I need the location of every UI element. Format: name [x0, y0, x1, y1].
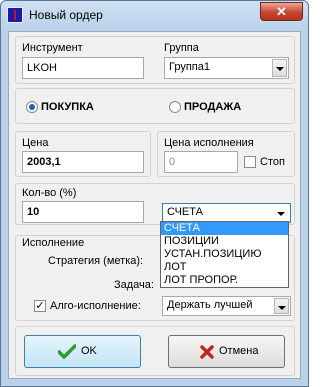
window-title: Новый ордер [29, 8, 103, 22]
qty-group-box: Кол-во (%) 10 СЧЕТА [15, 183, 295, 225]
stop-label[interactable]: Стоп [260, 156, 285, 168]
chevron-down-icon[interactable] [274, 298, 289, 314]
price-input[interactable]: 2003,1 [22, 151, 144, 173]
cancel-button[interactable]: Отмена [168, 335, 285, 368]
algo-checkbox[interactable]: ✓ [34, 300, 46, 312]
algo-select[interactable]: Держать лучшей [162, 296, 291, 316]
app-icon [7, 7, 23, 23]
qty-label: Кол-во (%) [22, 187, 77, 199]
task-label: Задача: [114, 279, 154, 291]
chevron-down-icon[interactable] [272, 59, 287, 77]
group-select[interactable]: Группа1 [164, 57, 289, 79]
group-label: Группа [164, 42, 199, 54]
price-label: Цена [22, 137, 49, 149]
qty-type-option[interactable]: ПОЗИЦИИ [161, 235, 288, 248]
qty-type-option[interactable]: ЛОТ [161, 261, 288, 274]
side-group-box: ПОКУПКА ПРОДАЖА [15, 88, 295, 124]
qty-type-dropdown[interactable]: СЧЕТА ПОЗИЦИИ УСТАН.ПОЗИЦИЮ ЛОТ ЛОТ ПРОП… [160, 221, 289, 288]
algo-label[interactable]: Алго-исполнение: [50, 300, 141, 312]
execution-label: Исполнение [22, 237, 85, 249]
cross-icon [200, 345, 214, 359]
ok-button-label: OK [81, 345, 97, 357]
qty-type-option[interactable]: УСТАН.ПОЗИЦИЮ [161, 248, 288, 261]
exec-price-input[interactable]: 0 [164, 151, 238, 173]
exec-price-label: Цена исполнения [164, 137, 254, 149]
instrument-label: Инструмент [22, 42, 83, 54]
algo-select-value: Держать лучшей [167, 299, 253, 311]
instrument-input[interactable]: LKOH [22, 57, 144, 79]
ok-button[interactable]: OK [24, 335, 141, 368]
title-bar[interactable]: Новый ордер ✕ [1, 1, 308, 31]
order-dialog: Новый ордер ✕ Инструмент LKOH Группа Гру… [0, 0, 309, 387]
qty-type-value: СЧЕТА [167, 206, 203, 218]
instrument-group-box: Инструмент LKOH Группа Группа1 [15, 36, 295, 84]
sell-radio[interactable] [169, 101, 181, 113]
check-icon [58, 344, 76, 359]
chevron-down-icon[interactable] [274, 205, 289, 221]
close-button[interactable]: ✕ [260, 2, 303, 21]
sell-label[interactable]: ПРОДАЖА [184, 101, 241, 113]
buy-radio[interactable] [26, 101, 38, 113]
qty-type-option[interactable]: ЛОТ ПРОПОР. [161, 274, 288, 287]
qty-type-option[interactable]: СЧЕТА [161, 222, 288, 235]
buttons-group-box: OK Отмена [15, 326, 295, 376]
qty-type-select[interactable]: СЧЕТА [162, 203, 291, 223]
price-group-box: Цена 2003,1 [15, 131, 151, 177]
qty-input[interactable]: 10 [22, 201, 144, 223]
close-icon: ✕ [276, 4, 287, 19]
group-select-value: Группа1 [169, 61, 210, 73]
dialog-body: Инструмент LKOH Группа Группа1 ПОКУПКА П… [8, 31, 301, 379]
stop-checkbox[interactable] [244, 156, 256, 168]
exec-price-group-box: Цена исполнения 0 Стоп [157, 131, 295, 177]
cancel-button-label: Отмена [219, 345, 259, 357]
strategy-label: Стратегия (метка): [48, 255, 144, 267]
buy-label[interactable]: ПОКУПКА [41, 101, 94, 113]
